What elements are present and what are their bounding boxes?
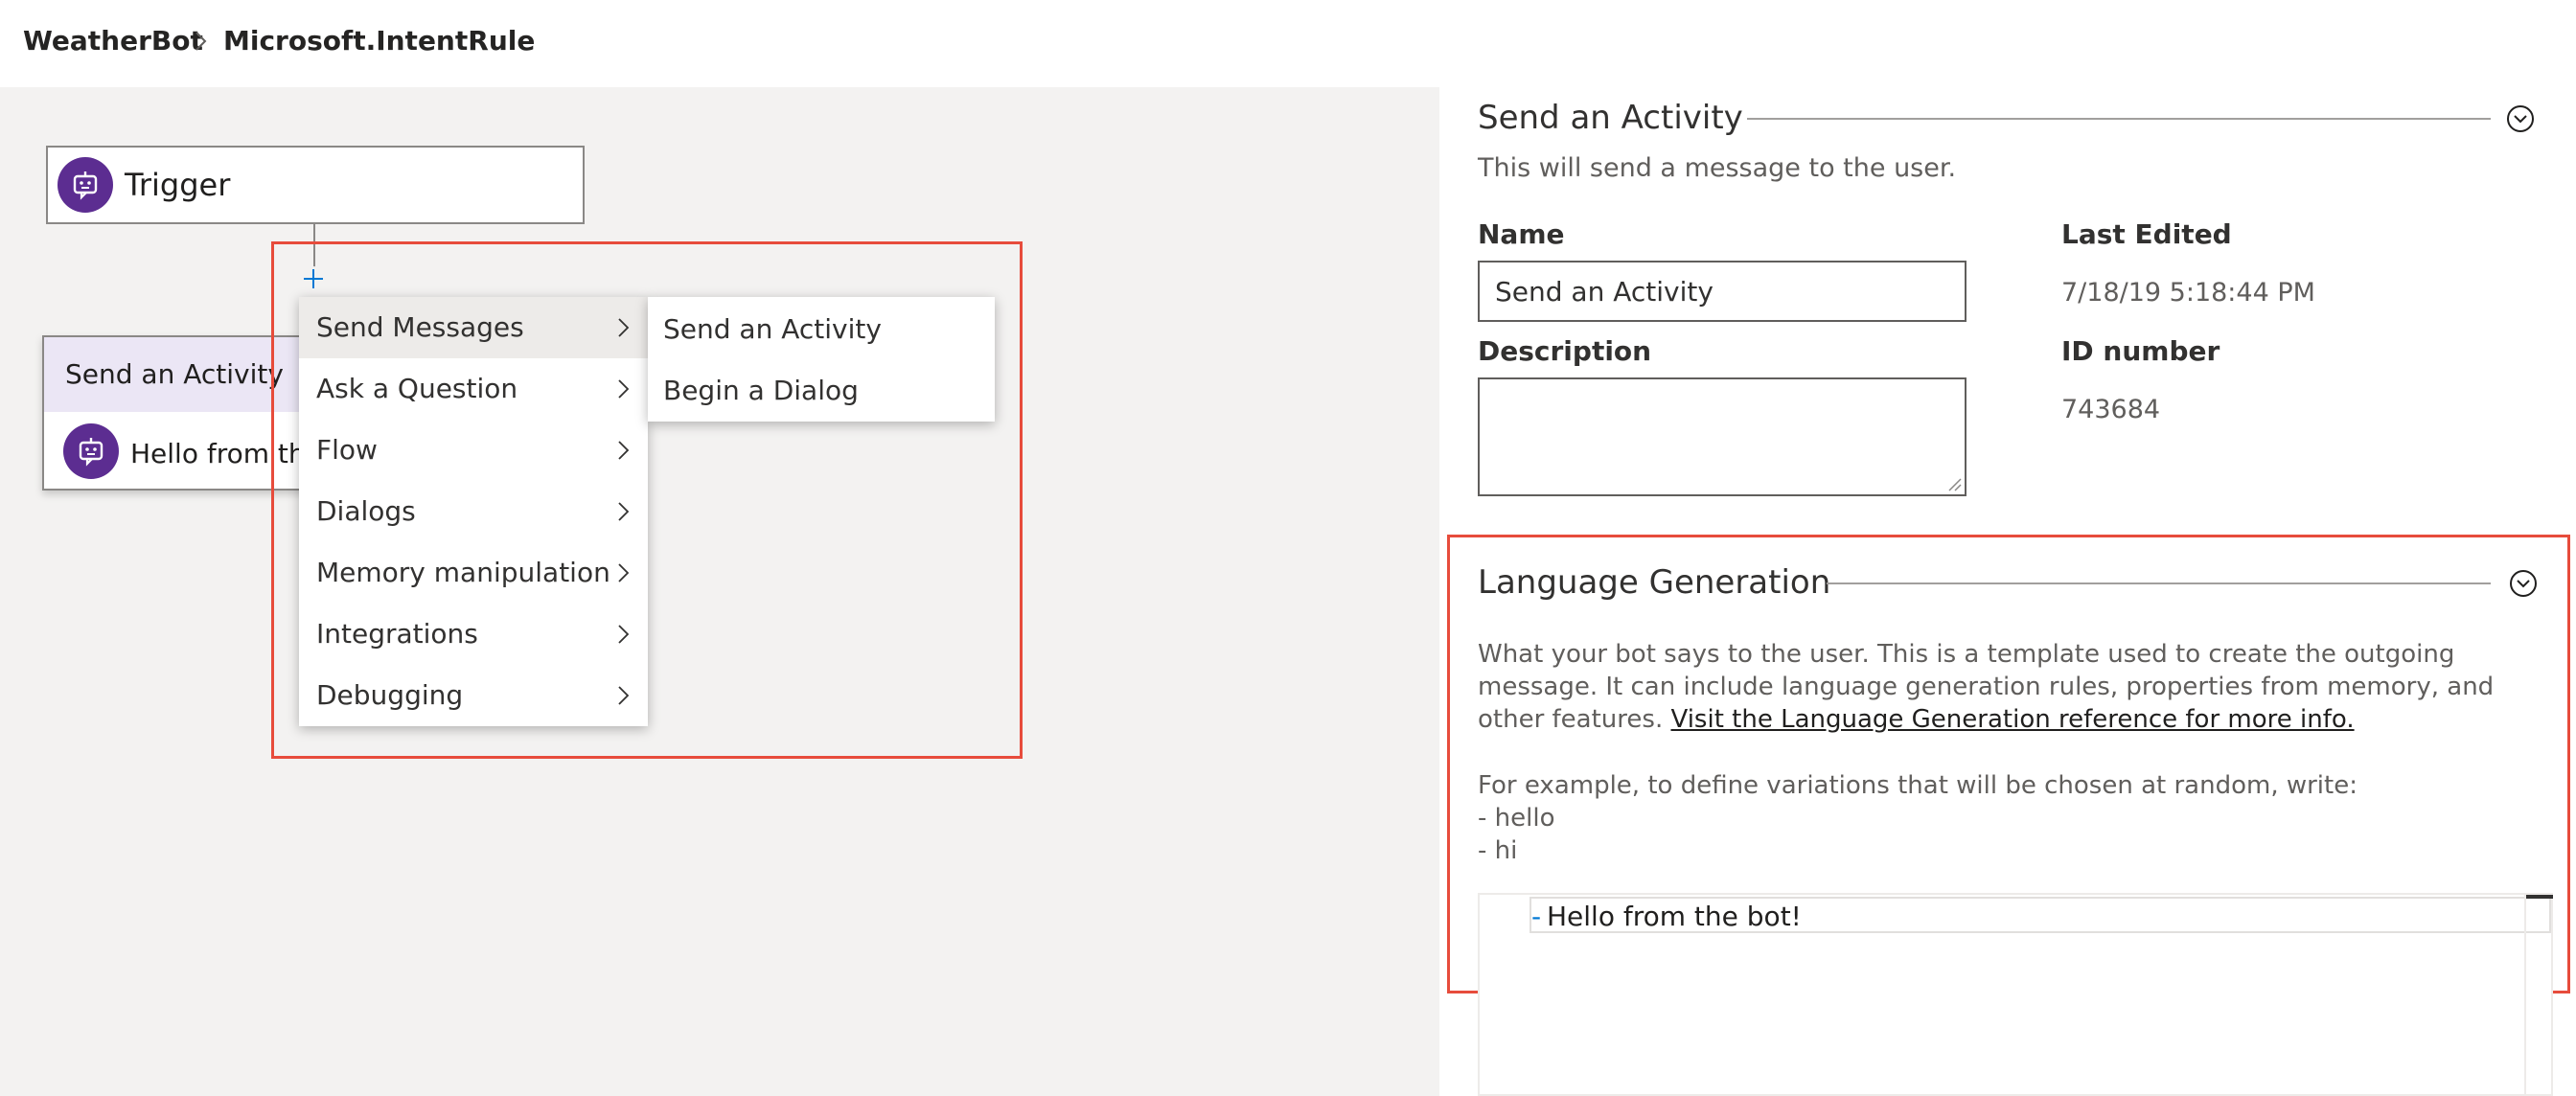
submenu-item-label: Send an Activity — [663, 313, 882, 345]
chevron-right-icon — [188, 29, 213, 54]
menu-item-debugging[interactable]: Debugging — [299, 665, 648, 726]
section-description: This will send a message to the user. — [1478, 153, 1957, 183]
chevron-right-icon — [618, 686, 630, 705]
chevron-right-icon — [618, 502, 630, 521]
editor-scroll-thumb[interactable] — [2526, 895, 2553, 899]
lg-help-text: What your bot says to the user. This is … — [1478, 638, 2540, 736]
submenu-item-send-an-activity[interactable]: Send an Activity — [648, 299, 995, 360]
chevron-right-icon — [618, 318, 630, 337]
collapse-chevron-icon[interactable] — [2508, 568, 2539, 599]
menu-item-dialogs[interactable]: Dialogs — [299, 481, 648, 542]
menu-item-label: Send Messages — [316, 311, 524, 343]
trigger-node[interactable]: Trigger — [46, 146, 585, 224]
submenu-item-label: Begin a Dialog — [663, 375, 859, 406]
menu-item-label: Ask a Question — [316, 373, 518, 404]
add-action-menu: Send Messages Ask a Question Flow Dialog… — [299, 297, 648, 726]
section-divider — [1827, 582, 2491, 584]
lg-example-line: - hi — [1478, 836, 1518, 865]
id-number-value: 743684 — [2061, 395, 2161, 424]
bot-icon — [58, 157, 113, 213]
editor-dash: - — [1531, 901, 1542, 932]
menu-item-label: Integrations — [316, 618, 478, 650]
lg-reference-link[interactable]: Visit the Language Generation reference … — [1670, 705, 2354, 734]
trigger-label: Trigger — [125, 167, 231, 203]
submenu-item-begin-a-dialog[interactable]: Begin a Dialog — [648, 360, 995, 422]
send-messages-submenu: Send an Activity Begin a Dialog — [648, 297, 995, 422]
lg-example-intro: For example, to define variations that w… — [1478, 771, 2358, 800]
name-label: Name — [1478, 218, 1565, 250]
breadcrumb-item-intentrule[interactable]: Microsoft.IntentRule — [223, 25, 535, 57]
description-field[interactable] — [1478, 377, 1966, 496]
lg-example-line: - hello — [1478, 804, 1555, 833]
chevron-right-icon — [618, 625, 630, 644]
last-edited-value: 7/18/19 5:18:44 PM — [2061, 278, 2315, 308]
menu-item-label: Memory manipulation — [316, 557, 610, 588]
resize-handle-icon[interactable] — [1945, 475, 1963, 492]
section-title-send-activity: Send an Activity — [1478, 99, 1743, 137]
section-divider — [1747, 118, 2491, 120]
chevron-right-icon — [618, 379, 630, 399]
description-label: Description — [1478, 335, 1652, 367]
editor-scrollbar[interactable] — [2524, 893, 2553, 1096]
chevron-right-icon — [618, 563, 630, 582]
menu-item-label: Debugging — [316, 679, 464, 711]
bot-icon — [63, 423, 119, 479]
chevron-right-icon — [618, 441, 630, 460]
activity-node-title: Send an Activity — [65, 358, 284, 390]
last-edited-label: Last Edited — [2061, 218, 2232, 250]
menu-item-memory-manipulation[interactable]: Memory manipulation — [299, 542, 648, 604]
menu-item-label: Flow — [316, 434, 378, 466]
name-field[interactable] — [1478, 261, 1966, 322]
menu-item-label: Dialogs — [316, 495, 416, 527]
breadcrumb-item-weatherbot[interactable]: WeatherBot — [23, 25, 203, 57]
section-title-language-generation: Language Generation — [1478, 563, 1831, 602]
menu-item-send-messages[interactable]: Send Messages — [299, 297, 648, 358]
editor-line-text[interactable]: Hello from the bot! — [1547, 901, 1802, 932]
id-number-label: ID number — [2061, 335, 2220, 367]
collapse-chevron-icon[interactable] — [2505, 103, 2536, 134]
menu-item-ask-a-question[interactable]: Ask a Question — [299, 358, 648, 420]
menu-item-flow[interactable]: Flow — [299, 420, 648, 481]
menu-item-integrations[interactable]: Integrations — [299, 604, 648, 665]
